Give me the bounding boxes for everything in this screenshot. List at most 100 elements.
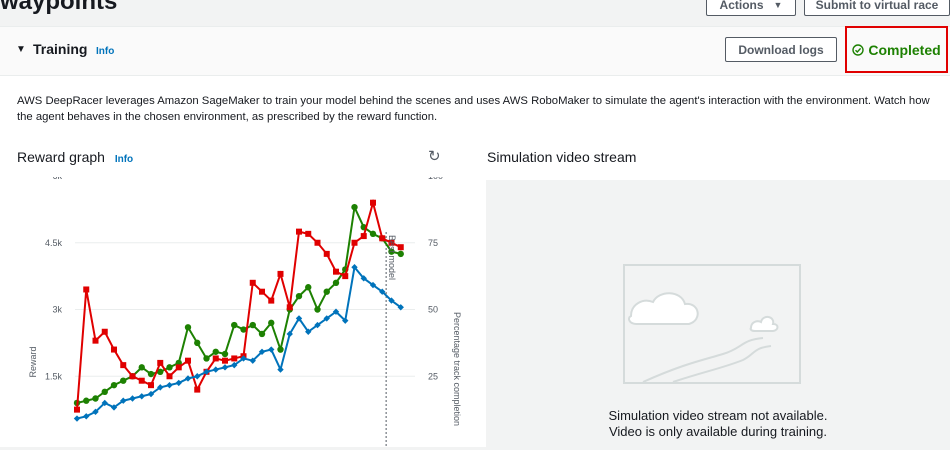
reward-chart: 1.5k 25 3k 50 4.5k 75 6k 100 Reward Percentage tr… [28, 177, 462, 447]
red-data-point [342, 273, 349, 280]
image-placeholder-icon [623, 264, 801, 384]
red-data-point [296, 228, 302, 235]
green-data-point [92, 395, 99, 402]
training-title: Training [33, 41, 88, 57]
video-message-line2: Video is only available during training. [608, 424, 827, 439]
green-data-point [295, 292, 303, 300]
blue-data-point [221, 364, 229, 371]
green-data-point [147, 370, 155, 378]
blue-data-point [194, 373, 201, 380]
training-header: ▼ Training Info Download logs Completed [0, 26, 950, 76]
y2-tick-label: 25 [428, 371, 438, 381]
collapse-caret-icon[interactable]: ▼ [16, 44, 26, 55]
green-data-point [203, 355, 210, 362]
best-model-label: Best model [387, 235, 397, 280]
blue-data-point [83, 413, 90, 420]
red-data-point [379, 235, 386, 242]
status-text: Completed [868, 41, 941, 58]
blue-data-point [166, 381, 173, 389]
blue-data-point [175, 379, 182, 387]
red-data-point [194, 386, 201, 393]
blue-series-line [76, 264, 402, 420]
green-data-point [83, 397, 90, 404]
reward-graph-label: Reward graph [17, 149, 105, 165]
y-axis-label: Reward [28, 346, 38, 377]
green-data-point [221, 350, 229, 358]
blue-data-point [138, 393, 145, 400]
green-data-point [138, 364, 145, 371]
red-data-point [370, 199, 376, 206]
red-data-point [148, 382, 154, 389]
red-data-point [323, 250, 330, 257]
red-data-point [249, 279, 256, 286]
red-data-point [277, 270, 284, 277]
green-data-point [332, 279, 340, 286]
red-data-point [101, 328, 108, 335]
y2-tick-label: 100 [428, 177, 443, 181]
y2-tick-label: 75 [428, 238, 438, 248]
green-data-point [194, 339, 201, 347]
refresh-icon[interactable]: ↻ [428, 147, 441, 165]
red-data-point [129, 373, 136, 380]
red-data-point [83, 286, 90, 293]
red-data-point [212, 355, 219, 362]
red-data-point [120, 362, 127, 369]
green-series-line [76, 203, 401, 404]
green-data-point [231, 321, 238, 329]
green-data-point [212, 348, 219, 355]
green-data-point [305, 284, 312, 291]
green-data-point [101, 388, 108, 396]
red-data-point [305, 230, 312, 237]
actions-dropdown[interactable]: Actions ▼ [706, 0, 796, 16]
red-data-point [111, 346, 117, 353]
green-data-point [323, 288, 330, 295]
green-data-point [268, 319, 275, 327]
video-message: Simulation video stream not available. V… [486, 408, 950, 440]
red-data-point [222, 357, 228, 364]
y2-tick-label: 50 [428, 305, 438, 315]
page-title: waypoints [0, 0, 118, 15]
blue-data-point [268, 346, 275, 353]
training-description: AWS DeepRacer leverages Amazon SageMaker… [17, 95, 930, 123]
red-data-point [92, 337, 99, 344]
red-data-point [268, 297, 275, 304]
green-data-point [397, 250, 404, 258]
y-tick-label: 1.5k [45, 371, 63, 381]
red-data-point [333, 268, 339, 275]
y-tick-label: 6k [52, 177, 62, 181]
reward-graph-info-link[interactable]: Info [115, 154, 133, 165]
y-tick-label: 4.5k [45, 238, 63, 248]
video-placeholder: Simulation video stream not available. V… [486, 180, 950, 450]
simulation-title: Simulation video stream [487, 149, 637, 165]
green-data-point [258, 330, 266, 338]
red-data-point [74, 406, 80, 413]
status-badge: Completed [845, 26, 948, 73]
green-data-point [249, 321, 256, 329]
red-data-point [185, 357, 191, 364]
red-data-point [231, 355, 238, 362]
training-panel: ▼ Training Info Download logs Completed … [0, 26, 950, 450]
reward-graph-title: Reward graph Info [17, 149, 133, 165]
green-data-point [120, 377, 127, 384]
submit-virtual-race-button[interactable]: Submit to virtual race [804, 0, 950, 16]
green-data-point [351, 203, 358, 211]
check-circle-icon [852, 43, 865, 56]
video-message-line1: Simulation video stream not available. [608, 408, 828, 423]
red-data-point [351, 239, 358, 246]
green-data-point [166, 364, 173, 371]
actions-label: Actions [719, 0, 764, 12]
red-data-point [314, 239, 321, 246]
red-data-point [138, 377, 145, 384]
green-data-point [110, 381, 118, 389]
download-logs-button[interactable]: Download logs [725, 37, 837, 62]
red-data-point [397, 244, 404, 251]
green-data-point [184, 324, 192, 331]
caret-down-icon: ▼ [773, 0, 783, 10]
red-data-point [157, 359, 164, 366]
y-tick-label: 3k [52, 305, 62, 315]
blue-data-point [129, 395, 136, 402]
red-data-point [286, 304, 293, 311]
blue-data-point [73, 415, 81, 422]
training-info-link[interactable]: Info [96, 46, 114, 57]
red-data-point [259, 288, 265, 295]
